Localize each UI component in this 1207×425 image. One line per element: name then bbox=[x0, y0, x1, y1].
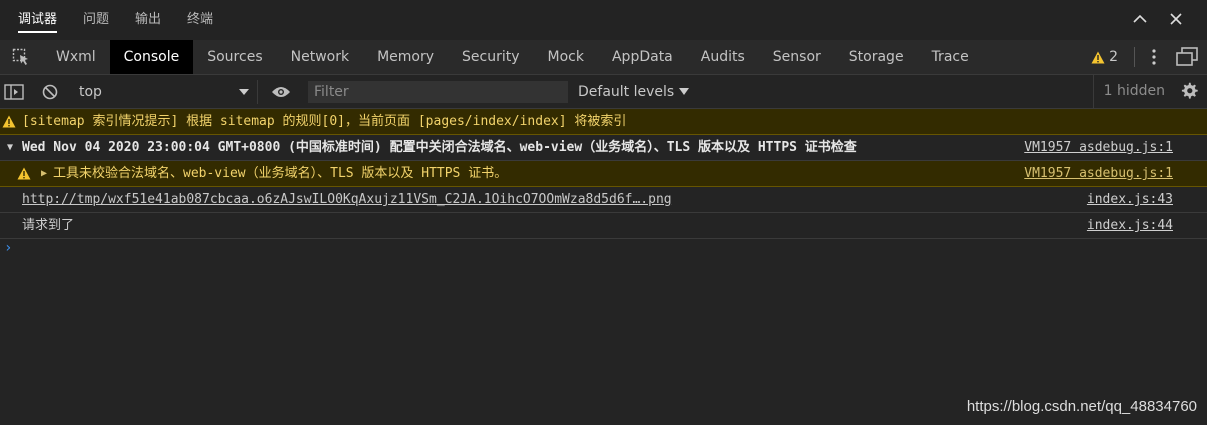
divider bbox=[1134, 47, 1135, 67]
devtools-tabs: Wxml Console Sources Network Memory Secu… bbox=[0, 40, 1207, 75]
triangle-down-icon[interactable]: ▼ bbox=[7, 135, 13, 160]
message-text: 工具未校验合法域名、web-view（业务域名）、TLS 版本以及 HTTPS … bbox=[53, 166, 508, 181]
message-source-link[interactable]: VM1957 asdebug.js:1 bbox=[1024, 161, 1173, 186]
tab-sensor[interactable]: Sensor bbox=[759, 40, 835, 74]
message-text: Wed Nov 04 2020 23:00:04 GMT+0800 (中国标准时… bbox=[22, 140, 857, 155]
log-levels-dropdown[interactable]: Default levels bbox=[578, 83, 690, 100]
warning-counter[interactable]: 2 bbox=[1091, 49, 1118, 65]
message-text: 请求到了 bbox=[22, 218, 75, 233]
tabs-right-controls: 2 bbox=[1091, 40, 1207, 74]
tab-appdata[interactable]: AppData bbox=[598, 40, 687, 74]
warning-count: 2 bbox=[1109, 49, 1118, 65]
console-message-group[interactable]: ▼ Wed Nov 04 2020 23:00:04 GMT+0800 (中国标… bbox=[0, 135, 1207, 161]
message-source-link[interactable]: index.js:43 bbox=[1087, 187, 1173, 212]
inspect-element-icon[interactable] bbox=[0, 40, 42, 74]
triangle-right-icon[interactable]: ▶ bbox=[41, 161, 47, 186]
filter-input[interactable] bbox=[308, 80, 568, 103]
live-expression-eye-icon[interactable] bbox=[268, 81, 294, 103]
tab-storage[interactable]: Storage bbox=[835, 40, 918, 74]
more-options-icon[interactable] bbox=[1147, 49, 1161, 65]
console-message-warning[interactable]: ▶ 工具未校验合法域名、web-view（业务域名）、TLS 版本以及 HTTP… bbox=[0, 161, 1207, 187]
console-toolbar: top Default levels 1 hidden bbox=[0, 75, 1207, 109]
gear-icon[interactable] bbox=[1179, 81, 1199, 101]
tab-console[interactable]: Console bbox=[109, 40, 194, 74]
caret-down-icon bbox=[239, 88, 249, 95]
context-selector[interactable]: top bbox=[71, 79, 258, 104]
console-prompt[interactable]: › bbox=[4, 240, 12, 256]
panel-tab-debugger[interactable]: 调试器 bbox=[0, 0, 58, 40]
panel-tab-problems[interactable]: 问题 bbox=[65, 0, 109, 40]
tab-network[interactable]: Network bbox=[277, 40, 363, 74]
log-levels-label: Default levels bbox=[578, 83, 675, 100]
console-messages: [sitemap 索引情况提示] 根据 sitemap 的规则[0]，当前页面 … bbox=[0, 109, 1207, 239]
tab-memory[interactable]: Memory bbox=[363, 40, 448, 74]
hidden-messages-count: 1 hidden bbox=[1092, 75, 1165, 108]
tab-mock[interactable]: Mock bbox=[534, 40, 598, 74]
context-value: top bbox=[79, 83, 102, 100]
panel-bar: 调试器 问题 输出 终端 bbox=[0, 0, 1207, 40]
tab-audits[interactable]: Audits bbox=[687, 40, 759, 74]
console-message-log[interactable]: http://tmp/wxf51e41ab087cbcaa.o6zAJswILO… bbox=[0, 187, 1207, 213]
watermark-text: https://blog.csdn.net/qq_48834760 bbox=[966, 398, 1197, 415]
message-text: [sitemap 索引情况提示] 根据 sitemap 的规则[0]，当前页面 … bbox=[22, 114, 627, 129]
close-icon[interactable] bbox=[1167, 8, 1185, 30]
sidebar-toggle-icon[interactable] bbox=[3, 81, 25, 103]
warning-icon bbox=[17, 167, 31, 180]
panel-tab-terminal[interactable]: 终端 bbox=[169, 0, 213, 40]
caret-down-icon bbox=[679, 88, 690, 95]
tab-wxml[interactable]: Wxml bbox=[42, 40, 110, 74]
panel-controls bbox=[1131, 8, 1185, 30]
tab-trace[interactable]: Trace bbox=[918, 40, 983, 74]
tab-sources[interactable]: Sources bbox=[193, 40, 276, 74]
panel-tab-output[interactable]: 输出 bbox=[117, 0, 161, 40]
tab-security[interactable]: Security bbox=[448, 40, 534, 74]
message-source-link[interactable]: VM1957 asdebug.js:1 bbox=[1024, 135, 1173, 160]
console-message-warning[interactable]: [sitemap 索引情况提示] 根据 sitemap 的规则[0]，当前页面 … bbox=[0, 109, 1207, 135]
clear-console-icon[interactable] bbox=[39, 81, 61, 103]
warning-icon bbox=[1091, 51, 1105, 63]
console-message-log[interactable]: 请求到了 index.js:44 bbox=[0, 213, 1207, 239]
chevron-up-icon[interactable] bbox=[1131, 8, 1149, 30]
message-url-link[interactable]: http://tmp/wxf51e41ab087cbcaa.o6zAJswILO… bbox=[22, 187, 672, 212]
warning-icon bbox=[2, 115, 16, 128]
undock-icon[interactable] bbox=[1175, 45, 1199, 69]
message-source-link[interactable]: index.js:44 bbox=[1087, 213, 1173, 238]
